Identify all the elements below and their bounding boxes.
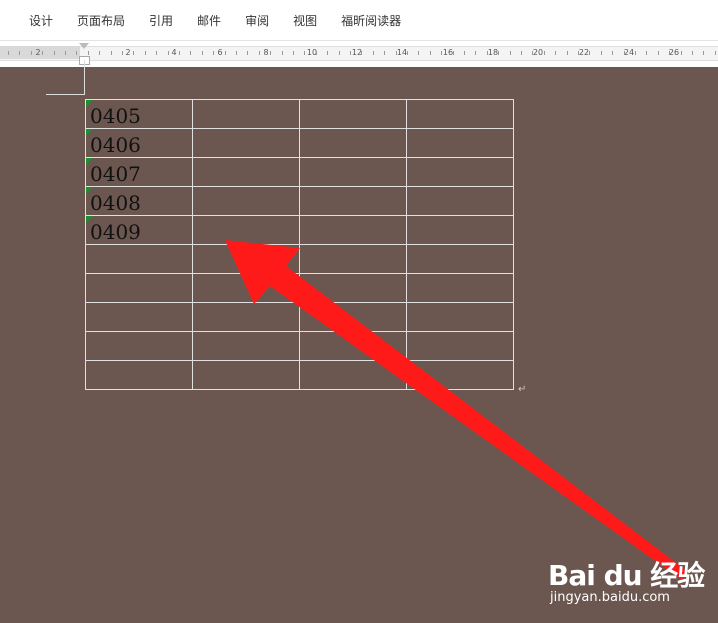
watermark-logo: Bai du 经验 (548, 559, 705, 592)
baidu-jingyan-watermark: Bai du 经验 jingyan.baidu.com (548, 548, 708, 612)
watermark-url: jingyan.baidu.com (550, 590, 670, 605)
red-arrow-icon (225, 240, 688, 580)
